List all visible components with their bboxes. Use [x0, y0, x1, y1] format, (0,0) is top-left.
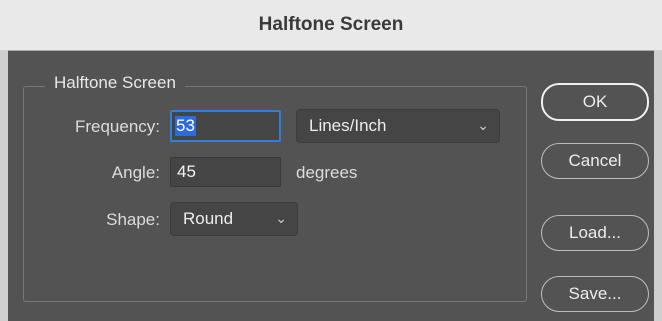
cancel-button[interactable]: Cancel	[541, 143, 649, 179]
dialog-title: Halftone Screen	[258, 14, 404, 35]
ok-button[interactable]: OK	[541, 83, 649, 121]
angle-label: Angle:	[111, 163, 160, 182]
window-edge-left	[0, 50, 8, 321]
save-button[interactable]: Save...	[541, 276, 649, 312]
shape-select[interactable]: Round ⌄	[170, 202, 298, 236]
angle-unit-label: degrees	[296, 163, 358, 182]
shape-value: Round	[183, 209, 234, 228]
window-edge-right	[654, 50, 662, 321]
shape-label: Shape:	[106, 210, 160, 229]
frequency-unit-select[interactable]: Lines/Inch ⌄	[296, 109, 500, 143]
dialog-title-bar: Halftone Screen	[0, 0, 662, 51]
frequency-value: 53	[175, 116, 196, 136]
angle-input[interactable]: 45	[170, 157, 281, 187]
chevron-down-icon: ⌄	[477, 117, 489, 133]
frequency-unit-value: Lines/Inch	[309, 116, 387, 135]
angle-value: 45	[177, 162, 196, 181]
frequency-label: Frequency:	[74, 117, 160, 136]
chevron-down-icon: ⌄	[275, 210, 287, 226]
group-title: Halftone Screen	[45, 73, 185, 93]
frequency-input[interactable]: 53	[170, 110, 281, 142]
dialog-body: Halftone Screen Frequency: 53 Lines/Inch…	[8, 51, 654, 321]
load-button[interactable]: Load...	[541, 215, 649, 251]
